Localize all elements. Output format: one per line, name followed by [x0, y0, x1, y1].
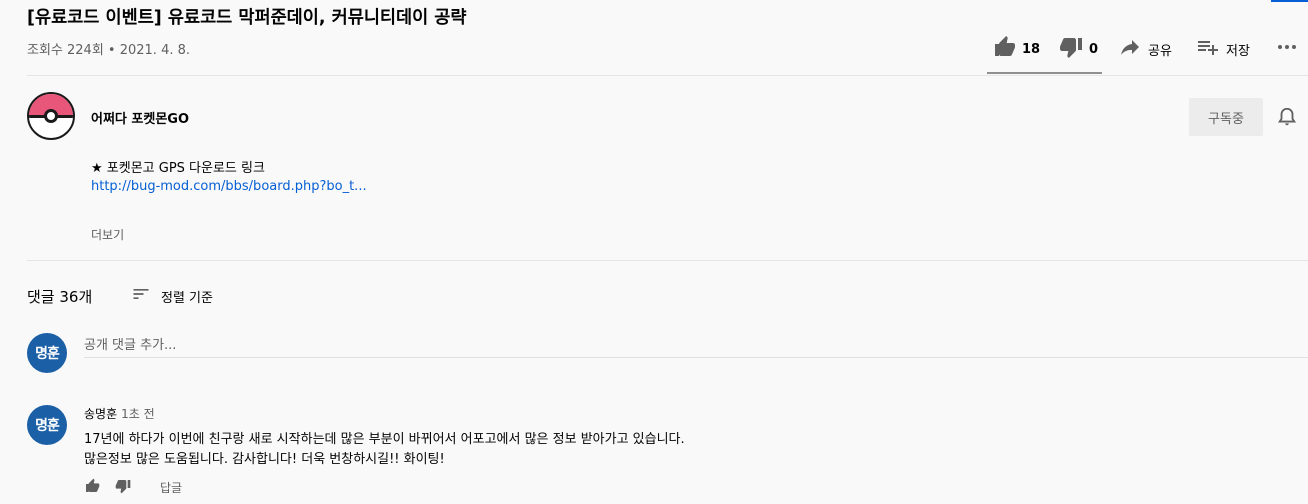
comment-like-icon[interactable] — [84, 478, 100, 498]
comment-time[interactable]: 1초 전 — [121, 407, 155, 421]
comment-header: 송명훈 1초 전 — [84, 405, 155, 422]
video-title: [유료코드 이벤트] 유료코드 막퍼준데이, 커뮤니티데이 공략 — [27, 8, 467, 28]
share-button[interactable]: 공유 — [1118, 36, 1172, 62]
notification-bell-icon[interactable] — [1276, 106, 1298, 128]
save-label: 저장 — [1226, 43, 1250, 59]
sentiment-bar — [987, 72, 1102, 74]
more-actions-button[interactable] — [1275, 36, 1299, 62]
pokeball-button — [44, 109, 58, 123]
save-button[interactable]: 저장 — [1196, 36, 1250, 62]
comment-dislike-icon[interactable] — [115, 478, 131, 498]
more-horiz-icon — [1275, 35, 1299, 63]
comment-avatar[interactable]: 명훈 — [27, 405, 67, 445]
add-comment-input[interactable] — [84, 334, 1308, 358]
current-user-avatar: 명훈 — [27, 333, 67, 373]
dislike-button[interactable]: 0 — [1059, 36, 1098, 62]
sort-button[interactable]: 정렬 기준 — [131, 284, 213, 308]
like-button[interactable]: 18 — [992, 36, 1040, 62]
dislike-count: 0 — [1089, 41, 1099, 57]
thumbs-up-icon — [992, 35, 1016, 63]
channel-name[interactable]: 어쩌다 포켓몬GO — [91, 108, 189, 127]
video-meta: 조회수 224회 • 2021. 4. 8. — [27, 43, 191, 58]
sort-label: 정렬 기준 — [161, 290, 213, 306]
description-link[interactable]: http://bug-mod.com/bbs/board.php?bo_t... — [91, 179, 367, 194]
comment-text-line1: 17년에 하다가 이번에 친구랑 새로 시작하는데 많은 부분이 바뀌어서 어포… — [84, 432, 685, 447]
comment-author[interactable]: 송명훈 — [84, 407, 117, 421]
divider-top — [27, 75, 1308, 76]
description-line: ★ 포켓몬고 GPS 다운로드 링크 — [91, 161, 265, 176]
like-count: 18 — [1022, 41, 1041, 57]
show-more-button[interactable]: 더보기 — [91, 226, 124, 243]
comment-text-line2: 많은정보 많은 도움됩니다. 감사합니다! 더욱 번창하시길!! 화이팅! — [84, 452, 445, 467]
channel-avatar[interactable] — [27, 92, 75, 140]
comment-count: 댓글 36개 — [27, 288, 93, 306]
sentiment-fill — [987, 72, 1102, 74]
top-accent-bar — [1271, 0, 1308, 2]
reply-button[interactable]: 답글 — [160, 479, 182, 496]
share-label: 공유 — [1148, 43, 1172, 59]
subscribe-button[interactable]: 구독중 — [1189, 98, 1263, 136]
sort-icon — [131, 284, 151, 308]
playlist-add-icon — [1196, 35, 1220, 63]
divider-description — [27, 260, 1308, 261]
thumbs-down-icon — [1059, 35, 1083, 63]
share-arrow-icon — [1118, 35, 1142, 63]
